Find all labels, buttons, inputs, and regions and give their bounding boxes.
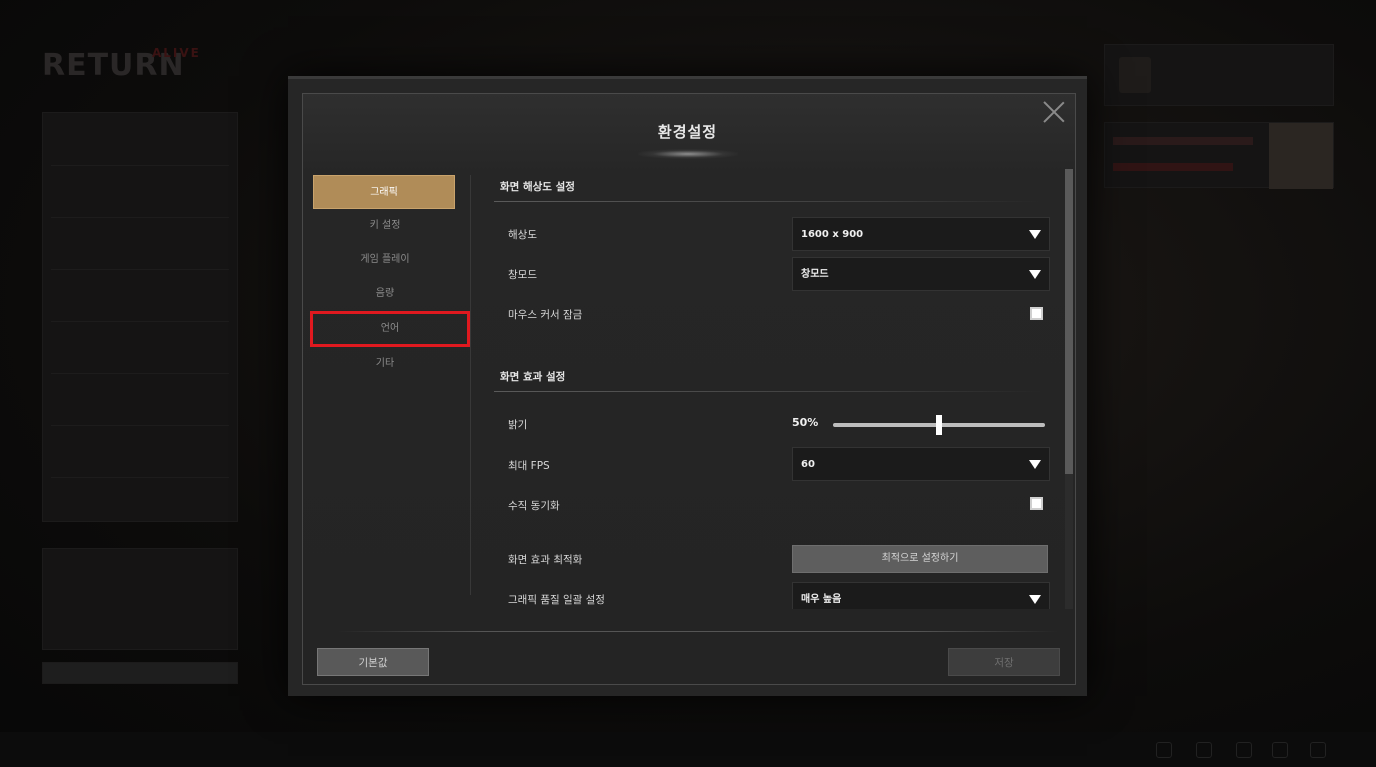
resolution-select[interactable]: 1600 x 900 [792, 217, 1050, 251]
max-fps-value: 60 [801, 459, 815, 470]
section-title-resolution: 화면 해상도 설정 [500, 181, 575, 193]
section-divider [494, 391, 1042, 392]
max-fps-select[interactable]: 60 [792, 447, 1050, 481]
cursor-lock-label: 마우스 커서 잠금 [508, 309, 583, 321]
cursor-lock-checkbox[interactable] [1030, 307, 1043, 320]
background-icon [1236, 742, 1252, 758]
background-game-logo: RETURN ALIVE [42, 44, 238, 88]
resolution-label: 해상도 [508, 229, 537, 241]
window-mode-select[interactable]: 창모드 [792, 257, 1050, 291]
nav-divider [470, 175, 471, 595]
background-banner-panel [1104, 122, 1334, 189]
background-logo-sub: ALIVE [152, 46, 201, 60]
window-mode-value: 창모드 [801, 269, 829, 280]
resolution-value: 1600 x 900 [801, 229, 864, 240]
close-icon[interactable] [1043, 101, 1065, 123]
brightness-label: 밝기 [508, 419, 528, 431]
background-icon [1272, 742, 1288, 758]
modal-title: 환경설정 [657, 123, 718, 141]
background-avatar [1119, 57, 1151, 93]
brightness-slider[interactable] [833, 415, 1045, 435]
background-icon [1156, 742, 1172, 758]
background-icon [1310, 742, 1326, 758]
background-notice-panel [42, 548, 238, 650]
settings-modal: 환경설정 그래픽 키 설정 게임 플레이 음량 언어 기타 화면 해상도 설정 … [288, 76, 1087, 696]
quality-value: 매우 높음 [801, 594, 842, 605]
footer-divider [338, 631, 1058, 632]
quality-label: 그래픽 품질 일괄 설정 [508, 594, 605, 606]
nav-item-language[interactable]: 언어 [310, 311, 470, 347]
nav-item-other[interactable]: 기타 [310, 347, 460, 381]
nav-item-gameplay[interactable]: 게임 플레이 [310, 243, 460, 277]
vsync-label: 수직 동기화 [508, 500, 560, 512]
content-scrollbar[interactable] [1065, 169, 1073, 609]
background-server-panel [42, 112, 238, 522]
nav-item-key-settings[interactable]: 키 설정 [310, 209, 460, 243]
vsync-checkbox[interactable] [1030, 497, 1043, 510]
window-mode-label: 창모드 [508, 269, 537, 281]
quality-select[interactable]: 매우 높음 [792, 582, 1050, 609]
default-button[interactable]: 기본값 [317, 648, 429, 676]
optimize-label: 화면 효과 최적화 [508, 554, 583, 566]
dropdown-arrow-icon [1029, 270, 1041, 279]
scrollbar-thumb[interactable] [1065, 169, 1073, 474]
nav-item-volume[interactable]: 음량 [310, 277, 460, 311]
background-taskbar [0, 732, 1376, 767]
settings-content: 화면 해상도 설정 해상도 1600 x 900 창모드 창모드 마우스 커서 … [484, 169, 1064, 609]
nav-item-graphics[interactable]: 그래픽 [313, 175, 455, 209]
save-button[interactable]: 저장 [948, 648, 1060, 676]
background-profile-panel [1104, 44, 1334, 106]
background-icon [1196, 742, 1212, 758]
section-divider [494, 201, 1042, 202]
max-fps-label: 최대 FPS [508, 460, 550, 472]
dropdown-arrow-icon [1029, 230, 1041, 239]
brightness-value: 50% [792, 416, 819, 429]
dropdown-arrow-icon [1029, 460, 1041, 469]
screen: RETURN ALIVE 환경설정 그래픽 키 설정 게임 플레이 음량 언어 … [0, 0, 1376, 767]
title-glow-decoration [638, 149, 738, 159]
optimize-button[interactable]: 최적으로 설정하기 [792, 545, 1048, 573]
section-title-effects: 화면 효과 설정 [500, 371, 566, 383]
dropdown-arrow-icon [1029, 595, 1041, 604]
brightness-slider-thumb[interactable] [936, 415, 942, 435]
background-panel-button [42, 662, 238, 684]
